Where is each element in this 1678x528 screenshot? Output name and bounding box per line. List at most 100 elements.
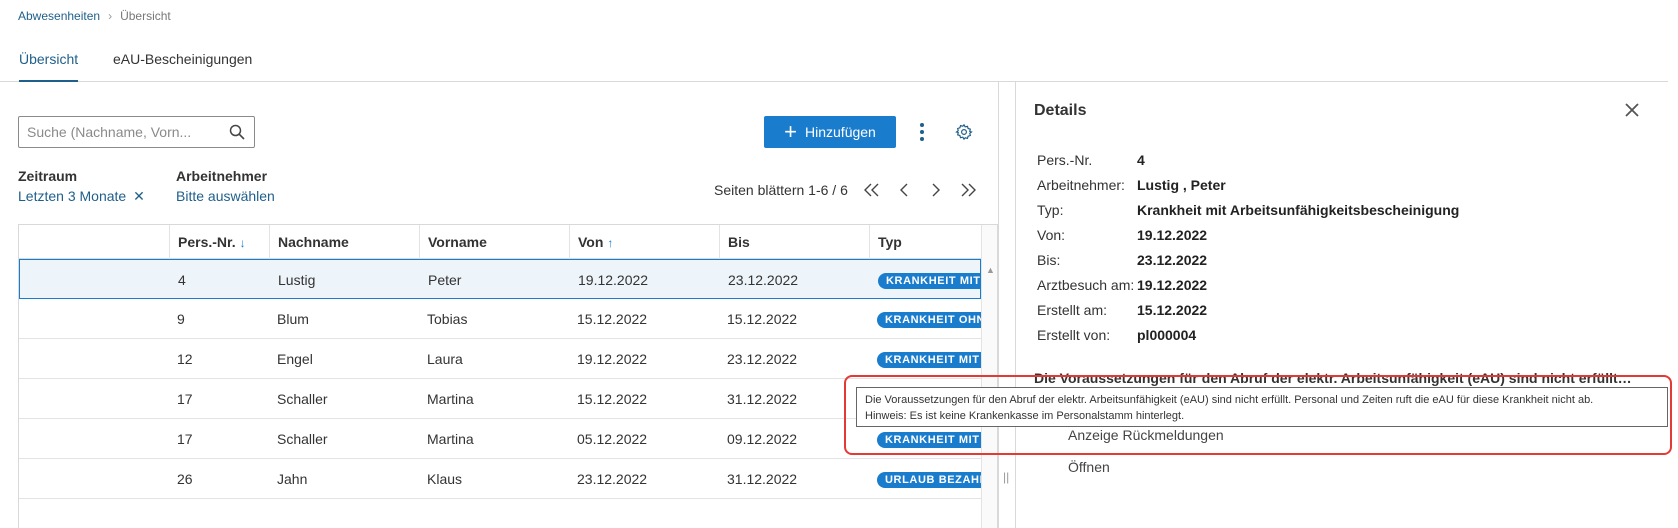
cell-vorname: Peter xyxy=(428,272,462,288)
tooltip-line-1: Die Voraussetzungen für den Abruf der el… xyxy=(865,394,1594,406)
type-badge: URLAUB BEZAHLT xyxy=(877,472,981,489)
type-badge: KRANKHEIT MIT A xyxy=(877,352,981,369)
gear-icon[interactable] xyxy=(955,123,973,141)
column-header-bis[interactable]: Bis xyxy=(719,225,869,259)
cell-bis: 15.12.2022 xyxy=(727,311,798,327)
detail-key: Erstellt von: xyxy=(1037,327,1111,343)
detail-value: pl000004 xyxy=(1137,327,1197,343)
prev-page-icon[interactable] xyxy=(888,178,920,202)
detail-value: Krankheit mit Arbeitsunfähigkeitsbeschei… xyxy=(1137,202,1460,218)
cell-persnr: 9 xyxy=(177,311,185,327)
tab-uebersicht[interactable]: Übersicht xyxy=(19,51,79,82)
table-row[interactable]: 17 Schaller Martina 15.12.2022 31.12.202… xyxy=(19,379,981,419)
tab-eau-bescheinigungen[interactable]: eAU-Bescheinigungen xyxy=(113,51,252,81)
details-title: Details xyxy=(1034,102,1087,119)
table-row[interactable]: 12 Engel Laura 19.12.2022 23.12.2022 KRA… xyxy=(19,339,981,379)
search-box xyxy=(18,116,255,148)
column-header-typ[interactable]: Typ xyxy=(869,225,981,259)
cell-persnr: 17 xyxy=(177,391,193,407)
filter-arbeitnehmer: Arbeitnehmer Bitte auswählen xyxy=(176,168,275,204)
arrow-down-icon: ↓ xyxy=(239,236,246,250)
cell-vorname: Laura xyxy=(427,351,463,367)
drag-handle-icon[interactable]: || xyxy=(1003,470,1009,484)
column-header-persnr[interactable]: Pers.-Nr. ↓ xyxy=(169,225,269,259)
detail-key: Arztbesuch am: xyxy=(1037,277,1135,293)
cell-bis: 23.12.2022 xyxy=(727,351,798,367)
column-header-vorname[interactable]: Vorname xyxy=(419,225,569,259)
cell-nachname: Jahn xyxy=(277,471,308,487)
eau-warning-message[interactable]: Die Voraussetzungen für den Abruf der el… xyxy=(1034,370,1634,386)
action-anzeige-rueckmeldungen[interactable]: Anzeige Rückmeldungen xyxy=(1068,427,1224,443)
table-row[interactable]: 17 Schaller Martina 05.12.2022 09.12.202… xyxy=(19,419,981,459)
detail-value: 15.12.2022 xyxy=(1137,302,1208,318)
plus-icon: + xyxy=(784,119,798,144)
table-row[interactable]: 4 Lustig Peter 19.12.2022 23.12.2022 KRA… xyxy=(19,259,982,300)
more-vertical-icon[interactable] xyxy=(914,122,930,142)
table-row[interactable]: 9 Blum Tobias 15.12.2022 15.12.2022 KRAN… xyxy=(19,299,981,339)
absence-table: Pers.-Nr. ↓ Nachname Vorname Von ↑ Bis Typ… xyxy=(18,224,998,528)
cell-von: 15.12.2022 xyxy=(577,311,648,327)
detail-value: 23.12.2022 xyxy=(1137,252,1208,268)
column-header-persnr-label: Pers.-Nr. xyxy=(178,234,236,250)
cell-persnr: 12 xyxy=(177,351,193,367)
cell-persnr: 26 xyxy=(177,471,193,487)
breadcrumb-abwesenheiten[interactable]: Abwesenheiten xyxy=(18,9,100,23)
column-header-von[interactable]: Von ↑ xyxy=(569,225,719,259)
detail-key: Von: xyxy=(1037,227,1066,243)
cell-typ: KRANKHEIT OHN xyxy=(869,299,981,339)
table-scrollbar[interactable]: ▲ xyxy=(981,225,997,528)
chevron-right-icon: › xyxy=(108,9,113,23)
cell-von: 19.12.2022 xyxy=(577,351,648,367)
table-header: Pers.-Nr. ↓ Nachname Vorname Von ↑ Bis Typ xyxy=(19,225,981,259)
detail-key: Arbeitnehmer: xyxy=(1037,177,1125,193)
action-oeffnen[interactable]: Öffnen xyxy=(1068,459,1110,475)
details-panel: Details Pers.-Nr. 4 Arbeitnehmer: Lustig… xyxy=(1016,82,1668,528)
column-header-von-label: Von xyxy=(578,234,604,250)
close-icon[interactable] xyxy=(1624,102,1640,118)
cell-nachname: Schaller xyxy=(277,391,328,407)
tab-bar: Übersicht eAU-Bescheinigungen xyxy=(0,40,1668,82)
search-input[interactable] xyxy=(27,124,217,140)
cell-bis: 31.12.2022 xyxy=(727,471,798,487)
cell-bis: 23.12.2022 xyxy=(728,272,799,288)
add-button-label: Hinzufügen xyxy=(805,124,876,140)
column-header-nachname[interactable]: Nachname xyxy=(269,225,419,259)
detail-key: Pers.-Nr. xyxy=(1037,152,1093,168)
breadcrumb: Abwesenheiten › Übersicht xyxy=(18,9,171,23)
filter-zeitraum-value[interactable]: Letzten 3 Monate ✕ xyxy=(18,188,145,205)
cell-nachname: Lustig xyxy=(278,272,316,288)
detail-key: Bis: xyxy=(1037,252,1061,268)
filter-zeitraum-text[interactable]: Letzten 3 Monate xyxy=(18,188,126,204)
add-button[interactable]: + Hinzufügen xyxy=(764,116,896,148)
cell-nachname: Blum xyxy=(277,311,309,327)
close-icon[interactable]: ✕ xyxy=(133,188,145,204)
last-page-icon[interactable] xyxy=(952,178,984,202)
first-page-icon[interactable] xyxy=(856,178,888,202)
cell-bis: 09.12.2022 xyxy=(727,431,798,447)
cell-von: 23.12.2022 xyxy=(577,471,648,487)
detail-value: 4 xyxy=(1137,152,1145,168)
detail-value: 19.12.2022 xyxy=(1137,227,1208,243)
search-icon[interactable] xyxy=(229,124,245,140)
cell-typ: KRANKHEIT MIT A xyxy=(870,260,982,300)
cell-vorname: Tobias xyxy=(427,311,468,327)
cell-von: 05.12.2022 xyxy=(577,431,648,447)
filter-arbeitnehmer-value[interactable]: Bitte auswählen xyxy=(176,188,275,204)
cell-persnr: 4 xyxy=(178,272,186,288)
cell-bis: 31.12.2022 xyxy=(727,391,798,407)
cell-typ: KRANKHEIT MIT A xyxy=(869,339,981,379)
type-badge: KRANKHEIT MIT A xyxy=(878,273,982,290)
cell-von: 19.12.2022 xyxy=(578,272,649,288)
cell-vorname: Martina xyxy=(427,431,474,447)
next-page-icon[interactable] xyxy=(920,178,952,202)
type-badge: KRANKHEIT MIT A xyxy=(877,432,981,449)
cell-von: 15.12.2022 xyxy=(577,391,648,407)
filter-zeitraum-label: Zeitraum xyxy=(18,168,78,184)
panel-splitter[interactable]: || xyxy=(998,82,1016,528)
tooltip-line-2: Hinweis: Es ist keine Krankenkasse im Pe… xyxy=(865,410,1185,422)
table-row[interactable]: 26 Jahn Klaus 23.12.2022 31.12.2022 URLA… xyxy=(19,459,981,499)
filter-zeitraum: Zeitraum Letzten 3 Monate ✕ xyxy=(18,168,145,205)
cell-persnr: 17 xyxy=(177,431,193,447)
scroll-up-icon[interactable]: ▲ xyxy=(986,265,995,275)
detail-key: Typ: xyxy=(1037,202,1064,218)
